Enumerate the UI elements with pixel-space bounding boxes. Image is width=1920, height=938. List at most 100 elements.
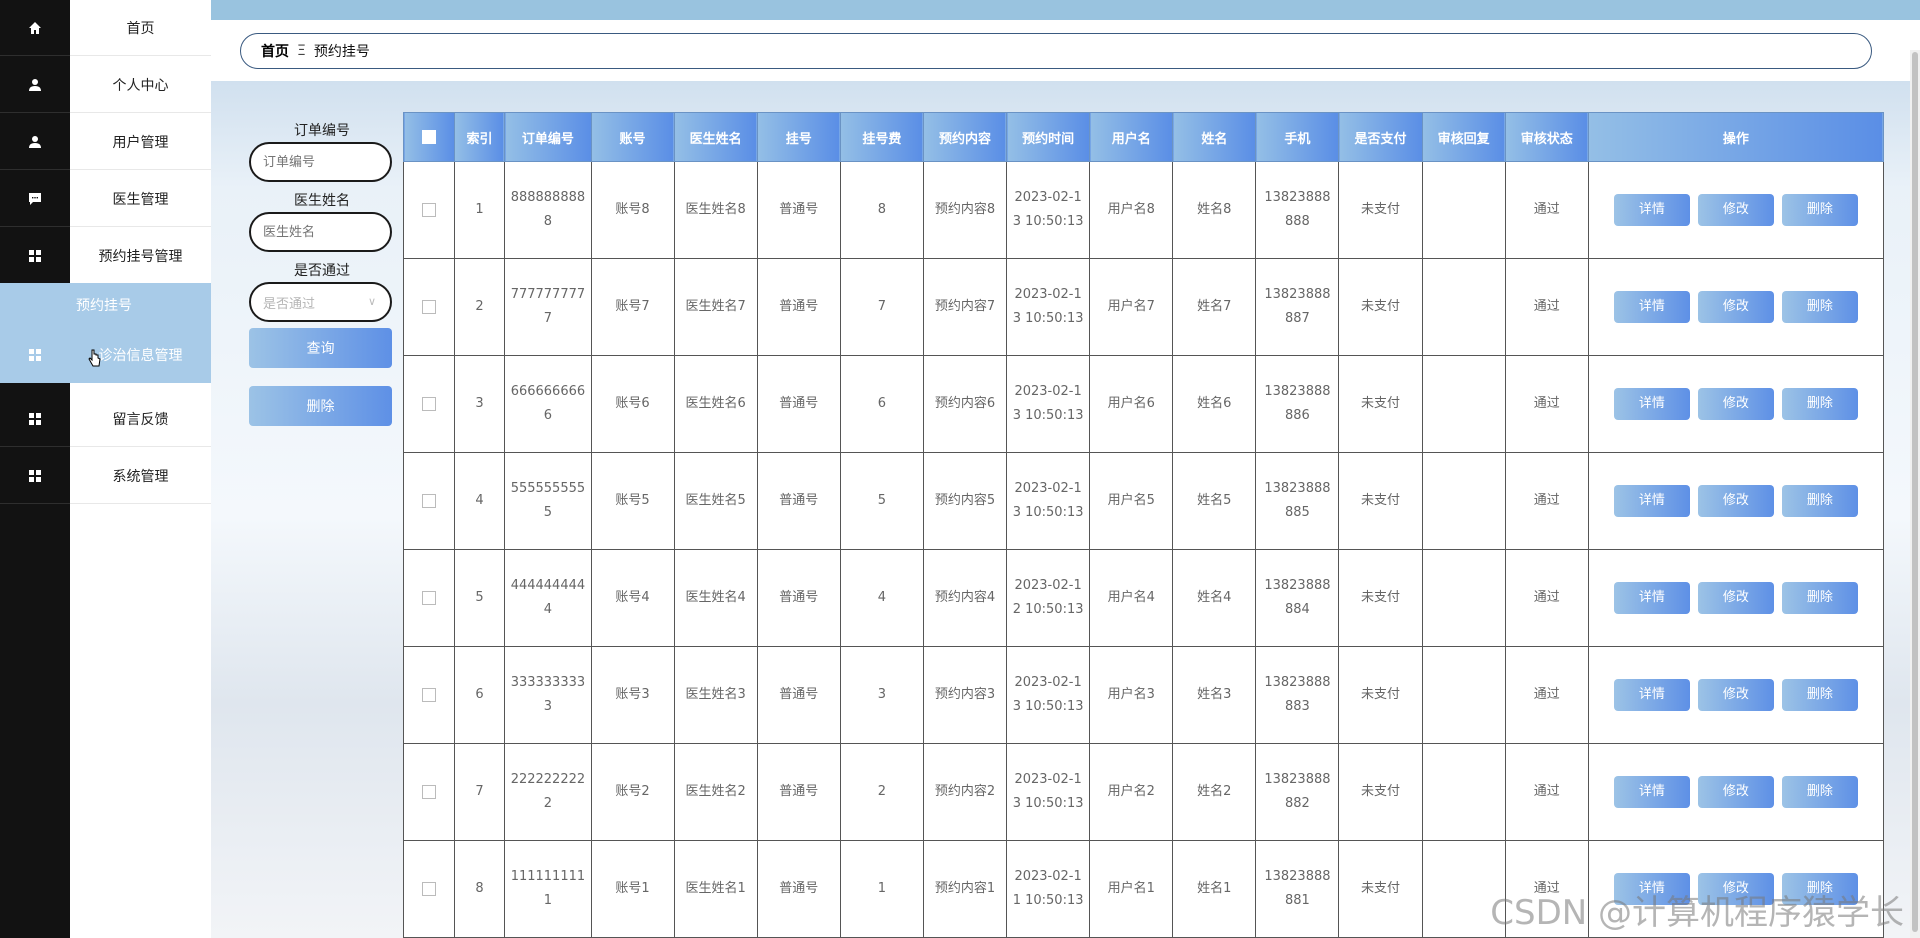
edit-button[interactable]: 修改 [1697,194,1774,226]
table-cell: 7 [839,258,924,356]
sidebar-item[interactable]: 预约挂号管理 [0,228,211,284]
detail-button[interactable]: 详情 [1613,485,1690,517]
row-checkbox-cell[interactable] [403,452,455,550]
table-cell: 医生姓名2 [673,743,758,841]
row-checkbox-cell[interactable] [403,840,455,938]
home-icon [29,21,41,34]
table-cell: 未支付 [1338,840,1423,938]
edit-button[interactable]: 修改 [1697,776,1774,808]
row-checkbox[interactable] [421,687,436,702]
passed-select[interactable]: 是否通过 ∨ [249,282,392,322]
table-cell: 普通号 [756,161,841,259]
row-checkbox-cell[interactable] [403,549,455,647]
detail-button[interactable]: 详情 [1613,679,1690,711]
table-cell: 姓名6 [1172,355,1257,453]
edit-button[interactable]: 修改 [1697,485,1774,517]
delete-button[interactable]: 删除 [1781,873,1858,905]
table-cell: 4 [839,549,924,647]
grid-icon [0,327,70,383]
table-cell: 账号7 [590,258,675,356]
sidebar-item[interactable]: 系统管理 [0,448,211,504]
table-cell: 7 [453,743,506,841]
table-cell: 未支付 [1338,549,1423,647]
table-cell: 医生姓名6 [673,355,758,453]
table-cell: 用户名1 [1089,840,1174,938]
detail-button[interactable]: 详情 [1613,582,1690,614]
scrollbar-thumb[interactable] [1912,52,1918,932]
table-cell: 2023-02-13 10:50:13 [1006,355,1091,453]
table-cell: 1 [453,161,506,259]
sidebar-item[interactable]: 个人中心 [0,57,211,113]
checkbox[interactable] [421,130,436,144]
select-all-checkbox[interactable] [403,112,455,162]
row-checkbox[interactable] [421,881,436,896]
delete-button[interactable]: 删除 [1781,776,1858,808]
detail-button[interactable]: 详情 [1613,194,1690,226]
delete-button[interactable]: 删除 [1781,388,1858,420]
breadcrumb-home[interactable]: 首页 [261,41,289,61]
delete-button[interactable]: 删除 [1781,582,1858,614]
table-cell: 13823888887 [1255,258,1340,356]
doctor-name-input[interactable] [249,212,392,252]
edit-button[interactable]: 修改 [1697,582,1774,614]
delete-button[interactable]: 删除 [1781,679,1858,711]
sidebar-item-label: 留言反馈 [70,391,211,447]
breadcrumb-current: 预约挂号 [313,44,370,60]
table-cell: 普通号 [756,646,841,744]
row-checkbox-cell[interactable] [403,743,455,841]
column-header: 是否支付 [1338,112,1423,162]
row-actions: 详情 修改 删除 [1587,452,1884,550]
table-cell: 普通号 [756,549,841,647]
row-checkbox[interactable] [421,590,436,605]
detail-button[interactable]: 详情 [1613,291,1690,323]
table-cell: 2023-02-12 10:50:13 [1006,549,1091,647]
table-cell: 1 [839,840,924,938]
row-checkbox[interactable] [421,784,436,799]
table-body: 1 8888888888 账号8 医生姓名8 普通号 8 预约内容8 2023-02-13 1… [403,161,1884,938]
sidebar-item[interactable]: 首页 [0,0,211,56]
vertical-scrollbar[interactable] [1910,50,1920,938]
table-cell: 2023-02-11 10:50:13 [1006,840,1091,938]
row-checkbox-cell[interactable] [403,161,455,259]
table-cell: 用户名8 [1089,161,1174,259]
edit-button[interactable]: 修改 [1697,291,1774,323]
row-checkbox[interactable] [421,202,436,217]
sidebar-item[interactable]: 留言反馈 [0,391,211,447]
row-checkbox[interactable] [421,396,436,411]
sidebar-subitem[interactable]: 预约挂号 [0,283,211,327]
delete-button[interactable]: 删除 [1781,194,1858,226]
table-cell: 未支付 [1338,743,1423,841]
edit-button[interactable]: 修改 [1697,388,1774,420]
home-icon [0,0,70,56]
column-header: 医生姓名 [673,112,758,162]
table-cell: 账号3 [590,646,675,744]
batch-delete-button[interactable]: 删除 [249,386,392,426]
delete-button[interactable]: 删除 [1781,291,1858,323]
detail-button[interactable]: 详情 [1613,873,1690,905]
table-cell: 姓名4 [1172,549,1257,647]
table-cell: 预约内容8 [922,161,1008,259]
row-checkbox-cell[interactable] [403,646,455,744]
edit-button[interactable]: 修改 [1697,679,1774,711]
row-checkbox[interactable] [421,299,436,314]
query-button[interactable]: 查询 [249,328,392,368]
table-cell: 6666666666 [504,355,592,453]
detail-button[interactable]: 详情 [1613,388,1690,420]
order-no-label: 订单编号 [294,123,350,139]
edit-button[interactable]: 修改 [1697,873,1774,905]
table-cell: 未支付 [1338,452,1423,550]
delete-button[interactable]: 删除 [1781,485,1858,517]
sidebar-item[interactable]: 用户管理 [0,114,211,170]
column-header: 操作 [1587,112,1884,162]
detail-button[interactable]: 详情 [1613,776,1690,808]
row-checkbox[interactable] [421,493,436,508]
row-checkbox-cell[interactable] [403,355,455,453]
table-cell: 5 [839,452,924,550]
table-cell: 13823888885 [1255,452,1340,550]
order-no-input[interactable] [249,142,392,182]
sidebar-item[interactable]: 医生管理 [0,171,211,227]
table-cell: 通过 [1504,355,1589,453]
row-checkbox-cell[interactable] [403,258,455,356]
column-header: 索引 [453,112,506,162]
sidebar-item[interactable]: 诊治信息管理 [0,327,211,383]
